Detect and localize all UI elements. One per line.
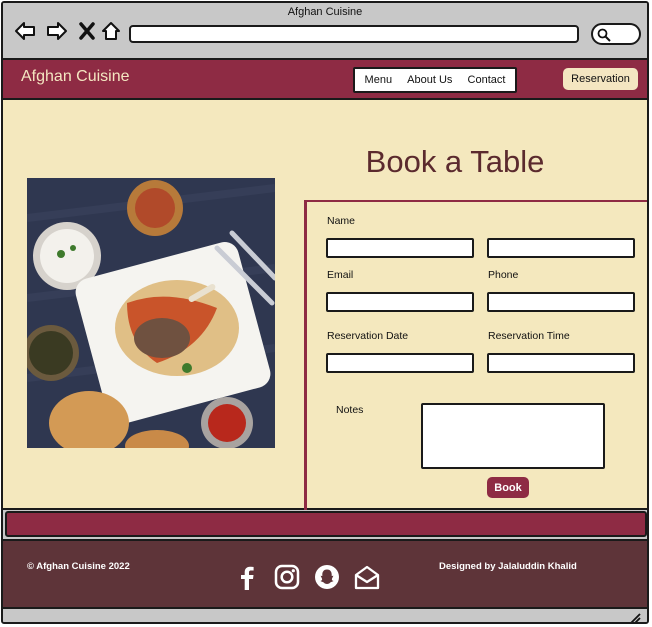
forward-arrow-icon[interactable] xyxy=(45,19,69,43)
main-nav: Menu About Us Contact xyxy=(353,67,517,93)
site-footer: © Afghan Cuisine 2022 Designed by Jalalu… xyxy=(3,539,647,607)
copyright-text: © Afghan Cuisine 2022 xyxy=(27,561,130,572)
phone-label: Phone xyxy=(488,269,519,281)
reservation-date-label: Reservation Date xyxy=(327,330,409,342)
designer-credit: Designed by Jalaluddin Khalid xyxy=(439,561,577,572)
book-button[interactable]: Book xyxy=(487,477,529,498)
email-icon[interactable] xyxy=(353,563,381,591)
browser-toolbar: Afghan Cuisine xyxy=(3,3,647,57)
nav-item-menu[interactable]: Menu xyxy=(365,74,393,86)
snapchat-icon[interactable] xyxy=(313,563,341,591)
home-icon[interactable] xyxy=(99,19,123,43)
notes-label: Notes xyxy=(336,404,364,416)
site-logo[interactable]: Afghan Cuisine xyxy=(21,68,130,86)
first-name-field[interactable] xyxy=(326,238,474,258)
browser-search-box[interactable] xyxy=(591,23,641,45)
nav-item-contact[interactable]: Contact xyxy=(468,74,506,86)
close-x-icon[interactable] xyxy=(75,19,99,43)
main-content: Book a Table Name Email Phone Reservatio… xyxy=(3,100,647,510)
page-title: Book a Table xyxy=(365,144,545,179)
reservation-button[interactable]: Reservation xyxy=(563,68,638,90)
email-label: Email xyxy=(327,269,354,281)
site-header: Afghan Cuisine Menu About Us Contact Res… xyxy=(3,58,647,100)
reservation-time-label: Reservation Time xyxy=(488,330,570,342)
last-name-field[interactable] xyxy=(487,238,635,258)
footer-divider-band xyxy=(5,511,647,537)
phone-field[interactable] xyxy=(487,292,635,312)
resize-grip-icon[interactable] xyxy=(629,612,641,624)
email-field[interactable] xyxy=(326,292,474,312)
booking-form: Name Email Phone Reservation Date Reserv… xyxy=(304,200,647,510)
afghan-dish-photo xyxy=(27,178,275,448)
social-links xyxy=(233,563,381,591)
browser-window: Afghan Cuisine Afghan Cuisine Menu About… xyxy=(1,1,649,624)
window-title: Afghan Cuisine xyxy=(287,6,363,18)
facebook-icon[interactable] xyxy=(233,563,261,591)
instagram-icon[interactable] xyxy=(273,563,301,591)
notes-textarea[interactable] xyxy=(421,403,605,469)
name-label: Name xyxy=(327,215,356,227)
reservation-date-field[interactable] xyxy=(326,353,474,373)
browser-status-bar xyxy=(3,607,647,624)
back-arrow-icon[interactable] xyxy=(13,19,37,43)
reservation-time-field[interactable] xyxy=(487,353,635,373)
search-icon xyxy=(597,28,611,42)
address-bar[interactable] xyxy=(129,25,579,43)
nav-item-about-us[interactable]: About Us xyxy=(407,74,452,86)
